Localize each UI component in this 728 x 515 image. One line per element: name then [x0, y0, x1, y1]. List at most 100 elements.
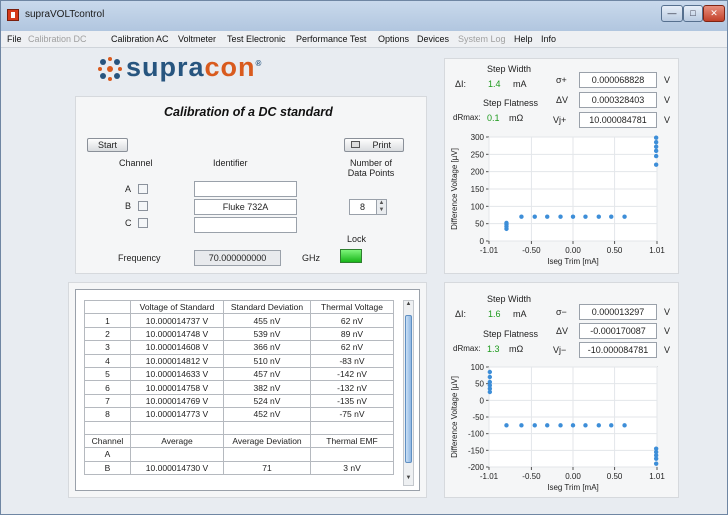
results-table-frame: Voltage of Standard Standard Deviation T…: [75, 289, 420, 491]
scroll-up-icon[interactable]: ▲: [404, 301, 413, 311]
lock-label: Lock: [347, 234, 367, 244]
menu-file[interactable]: File: [7, 34, 22, 44]
table-cell: 71: [223, 460, 311, 476]
results-table: Voltage of Standard Standard Deviation T…: [84, 299, 394, 476]
delta-v-field: -0.000170087: [579, 323, 657, 339]
menu-help[interactable]: Help: [514, 34, 533, 44]
data-point: [653, 140, 659, 145]
delta-v-field: 0.000328403: [579, 92, 657, 108]
print-button[interactable]: Print: [344, 138, 404, 152]
identifier-b-input[interactable]: Fluke 732A: [194, 199, 297, 215]
data-point: [545, 423, 550, 428]
datapoints-stepper[interactable]: 8 ▲ ▼: [349, 199, 387, 215]
step-flatness-label-bottom: Step Flatness: [483, 329, 539, 339]
table-cell: 10.000014608 V: [130, 340, 224, 355]
table-cell: 539 nV: [223, 326, 311, 342]
x-tick-label: 1.01: [649, 246, 665, 255]
table-cell: 510 nV: [223, 353, 311, 368]
data-point: [558, 423, 563, 428]
channel-c-checkbox[interactable]: [138, 218, 148, 228]
table-header: Voltage of Standard: [130, 299, 224, 315]
readout-unit: V: [664, 115, 671, 125]
supracon-logo: supracon®: [126, 52, 262, 83]
identifier-a-input[interactable]: [194, 181, 297, 197]
table-cell: 62 nV: [310, 313, 394, 328]
table-row: 8 10.000014773 V 452 nV -75 nV: [84, 407, 394, 422]
data-point: [558, 214, 563, 219]
table-cell: 10.000014773 V: [130, 407, 224, 422]
vj-plus-field: 10.000084781: [579, 112, 657, 128]
step-flatness-unit-top: mΩ: [509, 113, 524, 123]
channel-a-checkbox[interactable]: [138, 184, 148, 194]
step-width-value-top: 1.4: [488, 79, 501, 89]
data-point: [519, 423, 524, 428]
readout-symbol: Vj+: [553, 115, 567, 125]
menu-info[interactable]: Info: [541, 34, 556, 44]
scroll-thumb[interactable]: [405, 315, 412, 463]
step-width-unit-top: mA: [513, 79, 527, 89]
app-icon: [7, 9, 19, 21]
step-width-value-bottom: 1.6: [488, 309, 501, 319]
start-button[interactable]: Start: [87, 138, 128, 152]
table-cell: 4: [84, 353, 131, 368]
app-window: supraVOLTcontrol — □ ✕ File Calibration …: [0, 0, 728, 515]
data-point: [609, 214, 614, 219]
y-tick-label: 100: [471, 363, 485, 372]
data-point: [545, 214, 550, 219]
stepper-up-icon[interactable]: ▲: [376, 200, 386, 207]
table-cell: 62 nV: [310, 340, 394, 355]
table-cell: [310, 447, 394, 462]
data-point: [532, 214, 537, 219]
step-flatness-label-top: Step Flatness: [483, 98, 539, 108]
table-cell: 7: [84, 393, 131, 409]
table-cell: -142 nV: [310, 366, 394, 382]
menu-test-electronic[interactable]: Test Electronic: [227, 34, 286, 44]
y-tick-label: 100: [471, 202, 485, 211]
table-cell: 366 nV: [223, 340, 311, 355]
readout-symbol: Vj−: [553, 345, 567, 355]
data-point: [653, 148, 659, 154]
table-cell: 10.000014758 V: [130, 380, 224, 395]
identifier-c-input[interactable]: [194, 217, 297, 233]
data-point: [570, 214, 576, 219]
x-tick-label: -0.50: [522, 472, 541, 481]
table-cell: 457 nV: [223, 366, 311, 382]
stepper-down-icon[interactable]: ▼: [376, 207, 386, 214]
table-scrollbar[interactable]: ▲ ▼: [403, 300, 414, 486]
menu-calibration-ac[interactable]: Calibration AC: [111, 34, 169, 44]
menu-system-log: System Log: [458, 34, 506, 44]
menu-performance-test[interactable]: Performance Test: [296, 34, 366, 44]
table-header: Channel: [84, 433, 131, 449]
y-tick-label: 150: [471, 185, 485, 194]
print-label: Print: [372, 140, 391, 150]
step-width-label-top: Step Width: [487, 64, 532, 74]
table-row: A: [84, 447, 394, 462]
y-axis-label: Difference Voltage [µV]: [450, 148, 459, 230]
table-cell: 452 nV: [223, 407, 311, 422]
table-cell: 455 nV: [223, 313, 311, 328]
x-tick-label: 1.01: [649, 472, 665, 481]
table-header: [84, 299, 131, 315]
menu-options[interactable]: Options: [378, 34, 409, 44]
channel-b-checkbox[interactable]: [138, 201, 148, 211]
table-cell: 3: [84, 340, 131, 355]
scroll-down-icon[interactable]: ▼: [404, 475, 413, 485]
identifier-header: Identifier: [213, 158, 248, 168]
close-button[interactable]: ✕: [703, 5, 725, 22]
datapoints-header-line2: Data Points: [347, 168, 395, 178]
close-icon: ✕: [710, 8, 718, 18]
window-title: supraVOLTcontrol: [25, 9, 105, 20]
data-point: [653, 153, 659, 159]
channel-a-label: A: [125, 184, 132, 194]
data-point: [653, 144, 659, 149]
minimize-button[interactable]: —: [661, 5, 683, 22]
maximize-button[interactable]: □: [683, 5, 703, 22]
menu-voltmeter[interactable]: Voltmeter: [178, 34, 216, 44]
x-axis-label: Iseg Trim [mA]: [547, 483, 599, 492]
data-point: [504, 220, 509, 226]
table-cell: 10.000014737 V: [130, 313, 224, 328]
data-point: [532, 423, 537, 428]
menu-devices[interactable]: Devices: [417, 34, 449, 44]
dr-symbol-top: dRmax:: [453, 113, 481, 122]
x-tick-label: -0.50: [522, 246, 541, 255]
